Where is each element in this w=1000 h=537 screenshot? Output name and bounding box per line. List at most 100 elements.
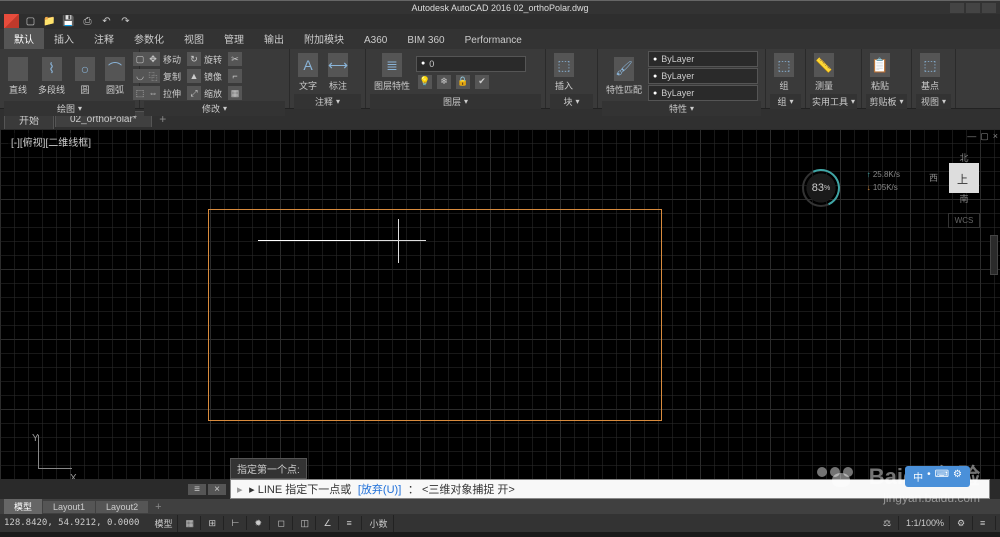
ribbon-tab-default[interactable]: 默认 (4, 28, 44, 49)
viewport-close-icon[interactable]: × (993, 131, 998, 142)
measure-button[interactable]: 📏测量 (810, 51, 838, 94)
layer-combo[interactable]: 0 (416, 56, 526, 72)
ribbon-tab-output[interactable]: 输出 (254, 28, 294, 49)
status-snap-icon[interactable]: ⊞ (203, 516, 224, 530)
color-combo[interactable]: ByLayer (648, 51, 758, 67)
cmd-history-icon[interactable]: ≡ (188, 484, 206, 495)
drawing-canvas[interactable]: — ▢ × [-][俯视][二维线框] 83% 25.8K/s 105K/s 上… (0, 129, 1000, 479)
command-line[interactable]: ▸ ▸ LINE 指定下一点或 [放弃(U)] ： <三维对象捕捉 开> (230, 479, 990, 499)
ribbon-tab-annotate[interactable]: 注释 (84, 28, 124, 49)
status-3dosnap-icon[interactable]: ◫ (295, 516, 316, 530)
trim-button[interactable]: ✂ (226, 51, 244, 67)
viewport-controls[interactable]: [-][俯视][二维线框] (8, 133, 94, 150)
layout-tab-1[interactable]: Layout1 (43, 501, 95, 513)
wcs-label[interactable]: WCS (948, 213, 981, 228)
cube-top-face[interactable]: 上 北 南 西 (949, 163, 979, 193)
ribbon-tab-addins[interactable]: 附加模块 (294, 28, 354, 49)
ribbon-tab-manage[interactable]: 管理 (214, 28, 254, 49)
panel-title-clipboard[interactable]: 剪贴板 (866, 94, 907, 109)
arc-button[interactable]: ⌒圆弧 (101, 55, 129, 98)
layer-off-icon[interactable]: 💡 (416, 74, 434, 90)
paste-button[interactable]: 📋粘贴 (866, 51, 894, 94)
layer-properties-button[interactable]: ≣图层特性 (370, 51, 414, 94)
viewport-minimize-icon[interactable]: — (967, 131, 976, 142)
panel-title-group[interactable]: 组 (770, 94, 801, 109)
status-annoscale-icon[interactable]: ⚖ (878, 516, 899, 530)
crosshair-horizontal (370, 240, 426, 241)
panel-title-view[interactable]: 视图 (916, 94, 951, 109)
polyline-button[interactable]: ⌇多段线 (34, 55, 69, 98)
panel-title-utilities[interactable]: 实用工具 (810, 94, 857, 109)
text-button[interactable]: A文字 (294, 51, 322, 94)
mirror-button[interactable]: ▲镜像 (185, 68, 224, 84)
open-icon[interactable]: 📁 (42, 16, 57, 28)
panel-title-block[interactable]: 块 (550, 94, 593, 109)
viewport-restore-icon[interactable]: ▢ (980, 131, 989, 142)
minimize-button[interactable] (950, 3, 964, 13)
linetype-combo[interactable]: ByLayer (648, 85, 758, 101)
group-button[interactable]: ⬚组 (770, 51, 798, 94)
panel-title-modify[interactable]: 修改 (144, 101, 285, 116)
view-cube[interactable]: 上 北 南 西 WCS (934, 159, 994, 228)
save-icon[interactable]: 💾 (61, 16, 76, 28)
panel-title-layers[interactable]: 图层 (370, 94, 541, 109)
status-polar-icon[interactable]: ✹ (249, 516, 270, 530)
undo-icon[interactable]: ↶ (99, 16, 114, 28)
line-button[interactable]: 直线 (4, 55, 32, 98)
status-ortho-icon[interactable]: ⊢ (226, 516, 247, 530)
layer-lock-icon[interactable]: 🔒 (454, 74, 472, 90)
new-icon[interactable]: ▢ (23, 16, 38, 28)
lineweight-combo[interactable]: ByLayer (648, 68, 758, 84)
move-button[interactable]: ✥移动 (144, 51, 183, 67)
status-gear-icon[interactable]: ⚙ (952, 516, 973, 530)
layout-tab-strip: 模型 Layout1 Layout2 + (0, 499, 1000, 514)
maximize-button[interactable] (966, 3, 980, 13)
layer-match-icon[interactable]: ✔ (473, 74, 491, 90)
ribbon-tab-insert[interactable]: 插入 (44, 28, 84, 49)
status-customize-icon[interactable]: ≡ (975, 516, 996, 530)
ribbon-tab-a360[interactable]: A360 (354, 32, 397, 49)
ribbon-tab-bim360[interactable]: BIM 360 (397, 32, 454, 49)
scale-button[interactable]: ⤢缩放 (185, 85, 224, 101)
nav-bar[interactable] (990, 235, 998, 275)
status-model[interactable]: 模型 (149, 515, 178, 532)
net-stats: 25.8K/s 105K/s (867, 169, 900, 195)
circle-button[interactable]: ○圆 (71, 55, 99, 98)
redo-icon[interactable]: ↷ (118, 16, 133, 28)
quick-access-toolbar: ▢ 📁 💾 ⎙ ↶ ↷ (0, 14, 1000, 29)
app-logo[interactable] (4, 14, 19, 29)
cmd-close-icon[interactable]: × (208, 484, 226, 495)
array-button[interactable]: ▦ (226, 85, 244, 101)
panel-title-draw[interactable]: 绘图 (4, 101, 135, 116)
panel-title-annotation[interactable]: 注释 (294, 94, 361, 109)
fillet-button[interactable]: ⌐ (226, 68, 244, 84)
dimension-button[interactable]: ⟷标注 (324, 51, 352, 94)
panel-title-properties[interactable]: 特性 (602, 101, 761, 116)
copy-button[interactable]: ⿻复制 (144, 68, 183, 84)
insert-block-button[interactable]: ⬚插入 (550, 51, 578, 94)
status-units[interactable]: 小数 (364, 515, 393, 532)
match-properties-button[interactable]: 🖌特性匹配 (602, 55, 646, 98)
base-view-button[interactable]: ⬚基点 (916, 51, 944, 94)
app-title: Autodesk AutoCAD 2016 02_orthoPolar.dwg (411, 3, 588, 13)
rotate-button[interactable]: ↻旋转 (185, 51, 224, 67)
stretch-button[interactable]: ⇔拉伸 (144, 85, 183, 101)
status-osnap-icon[interactable]: ◻ (272, 516, 293, 530)
layout-tab-add[interactable]: + (149, 501, 167, 513)
layout-tab-2[interactable]: Layout2 (96, 501, 148, 513)
ime-indicator[interactable]: 中•⌨⚙ (905, 466, 970, 487)
status-grid-icon[interactable]: ▦ (180, 516, 201, 530)
status-lwt-icon[interactable]: ≡ (341, 516, 362, 530)
ribbon-tab-strip: 默认 插入 注释 参数化 视图 管理 输出 附加模块 A360 BIM 360 … (0, 29, 1000, 49)
ribbon-tab-view[interactable]: 视图 (174, 28, 214, 49)
layer-freeze-icon[interactable]: ❄ (435, 74, 453, 90)
coords-display[interactable]: 128.8420, 54.9212, 0.0000 (4, 518, 147, 528)
layout-tab-model[interactable]: 模型 (4, 499, 42, 514)
perf-gauge: 83% (802, 169, 840, 207)
ribbon-tab-performance[interactable]: Performance (455, 32, 532, 49)
status-zoom[interactable]: 1:1/100% (901, 516, 950, 530)
save-as-icon[interactable]: ⎙ (80, 16, 95, 28)
close-button[interactable] (982, 3, 996, 13)
ribbon-tab-parametric[interactable]: 参数化 (124, 28, 174, 49)
status-otrack-icon[interactable]: ∠ (318, 516, 339, 530)
